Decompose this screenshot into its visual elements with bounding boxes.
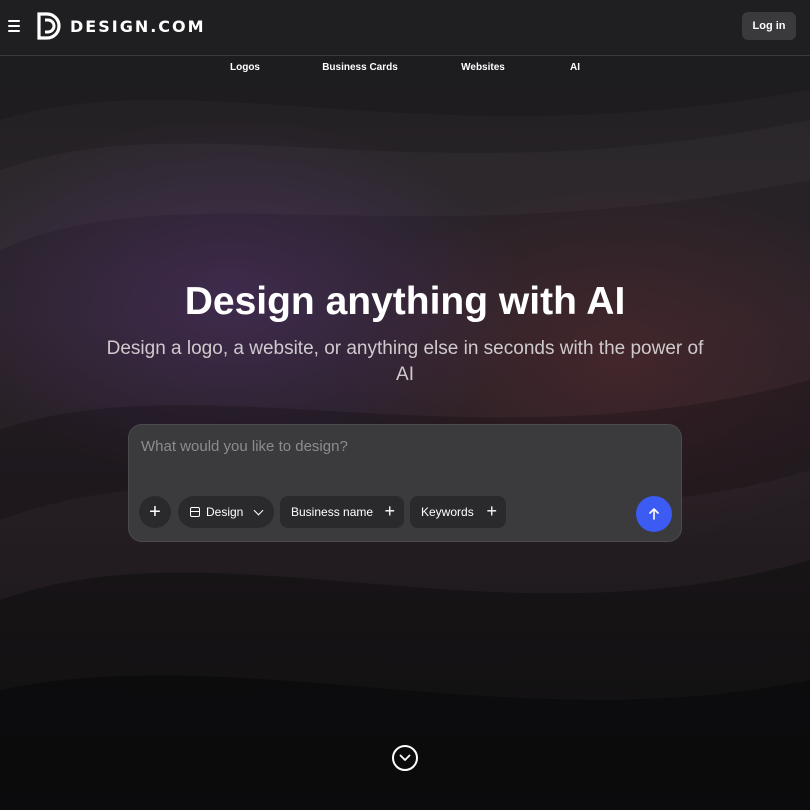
design-logo-mark[interactable] [36,12,62,40]
nav-item-logos[interactable]: Logos [230,62,260,73]
nav-item-ai[interactable]: AI [570,62,580,73]
background [0,0,810,810]
design-type-dropdown[interactable]: Design [178,496,274,528]
keywords-label: Keywords [421,505,474,519]
nav-item-websites[interactable]: Websites [461,62,505,73]
plus-icon: + [486,501,497,521]
hamburger-menu-icon[interactable] [8,18,22,34]
keywords-button[interactable]: Keywords + [410,496,506,528]
design-prompt-box: + Design Business name + Keywords + [128,424,682,542]
business-name-label: Business name [291,505,374,519]
chevron-down-circle-icon [399,754,411,761]
submit-prompt-button[interactable] [636,496,672,532]
hero-title: Design anything with AI [184,280,626,323]
login-button[interactable]: Log in [742,12,796,40]
business-name-button[interactable]: Business name + [280,496,404,528]
hero-subtitle: Design a logo, a website, or anything el… [106,338,704,385]
chevron-down-icon [253,505,264,516]
arrow-up-icon [649,508,659,520]
layout-icon [190,507,200,517]
brand-name[interactable]: DESIGN.COM [70,17,206,36]
scroll-down-button[interactable] [392,745,418,771]
design-prompt-input[interactable] [141,435,661,457]
add-attachment-button[interactable]: + [139,496,171,528]
design-type-label: Design [206,505,244,519]
plus-icon: + [149,500,161,523]
plus-icon: + [384,501,395,521]
background-waves [0,0,810,810]
nav-item-business-cards[interactable]: Business Cards [322,62,398,73]
top-header: DESIGN.COM Log in [0,0,810,56]
primary-nav: Logos Business Cards Websites AI [0,62,810,76]
